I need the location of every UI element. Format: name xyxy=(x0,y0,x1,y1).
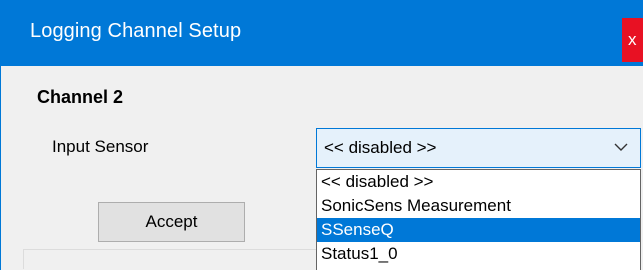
input-sensor-dropdown[interactable]: << disabled >> xyxy=(316,128,641,168)
chevron-down-icon xyxy=(614,143,628,151)
groupbox-border xyxy=(23,249,323,269)
accept-button[interactable]: Accept xyxy=(98,202,245,242)
option-ssenseq[interactable]: SSenseQ xyxy=(317,218,640,242)
option-disabled[interactable]: << disabled >> xyxy=(317,170,640,194)
input-sensor-label: Input Sensor xyxy=(52,137,149,156)
input-sensor-value: << disabled >> xyxy=(324,138,437,157)
option-status1-0[interactable]: Status1_0 xyxy=(317,242,640,266)
title-bar[interactable]: Logging Channel Setup x xyxy=(1,0,643,66)
close-button[interactable]: x xyxy=(622,18,643,62)
close-icon: x xyxy=(628,30,637,49)
dialog-window: Logging Channel Setup x Channel 2 Input … xyxy=(0,0,643,270)
channel-title: Channel 2 xyxy=(37,87,124,107)
option-sonicsens-measurement[interactable]: SonicSens Measurement xyxy=(317,194,640,218)
input-sensor-options-list[interactable]: << disabled >> SonicSens Measurement SSe… xyxy=(316,169,641,270)
window-title: Logging Channel Setup xyxy=(30,20,242,42)
